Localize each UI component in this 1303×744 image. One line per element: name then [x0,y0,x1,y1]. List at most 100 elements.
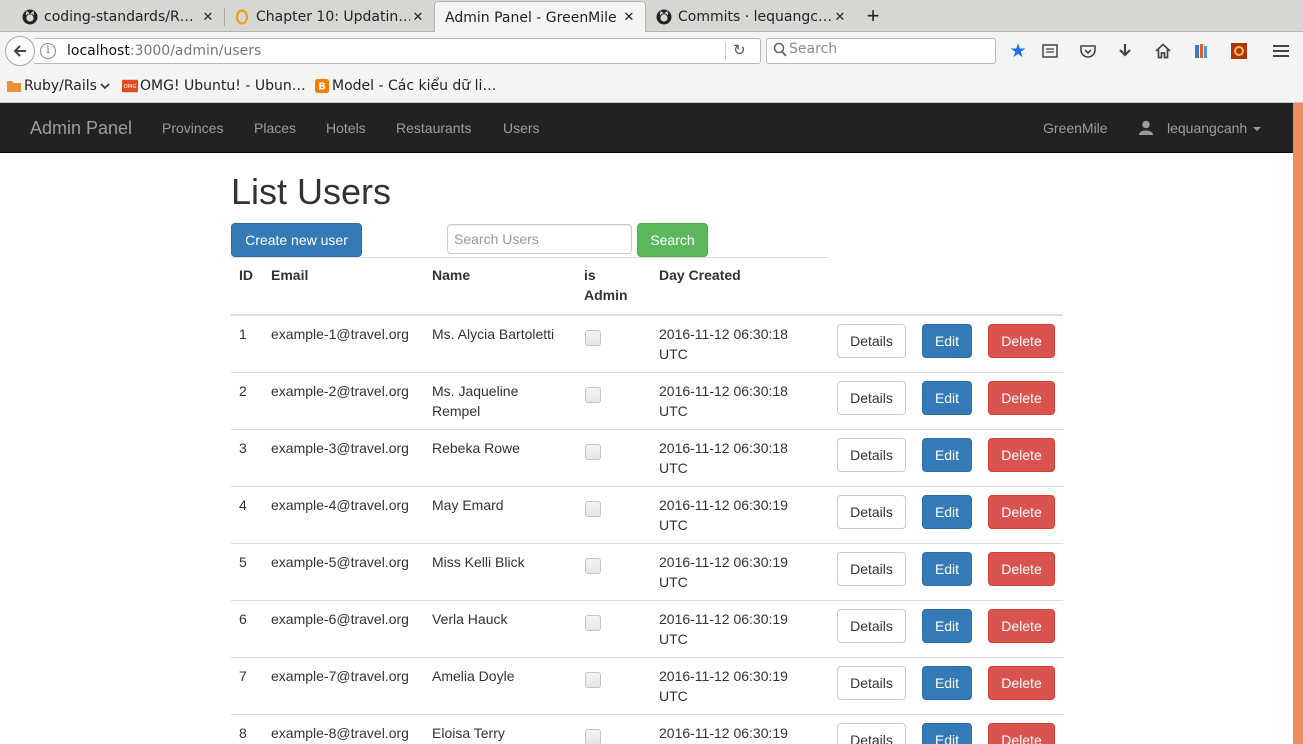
bookmarks-bar: Ruby/Rails OMG OMG! Ubuntu! - Ubun… B Mo… [0,69,1303,103]
is-admin-checkbox[interactable] [585,387,601,403]
close-tab-icon[interactable]: ✕ [410,10,426,25]
home-icon[interactable] [1153,41,1173,61]
delete-button[interactable]: Delete [988,495,1055,529]
details-button[interactable]: Details [837,609,906,643]
library-icon[interactable] [1191,41,1211,61]
cell-day-created: 2016-11-12 06:30:18 UTC [659,324,788,364]
close-tab-icon[interactable]: ✕ [200,10,216,25]
browser-tab-1[interactable]: coding-standards/R… ✕ [14,2,224,32]
bookmark-model[interactable]: B Model - Các kiểu dữ li… [314,78,496,94]
delete-button[interactable]: Delete [988,324,1055,358]
details-button[interactable]: Details [837,723,906,744]
delete-button[interactable]: Delete [988,666,1055,700]
scrollbar[interactable] [1293,103,1303,744]
browser-search-box[interactable] [766,38,996,64]
is-admin-checkbox[interactable] [585,615,601,631]
tab-title: Admin Panel - GreenMile [445,9,617,26]
delete-button[interactable]: Delete [988,723,1055,744]
table-row: 6 example-6@travel.org Verla Hauck 2016-11-… [231,601,1063,658]
menu-icon[interactable] [1271,41,1291,61]
cell-name: Miss Kelli Blick [432,552,582,572]
back-button[interactable] [5,36,35,66]
extension-icon[interactable] [1229,41,1249,61]
tab-separator [224,8,225,26]
browser-tab-2[interactable]: Chapter 10: Updatin… ✕ [226,2,434,32]
reading-list-icon[interactable] [1040,41,1060,61]
table-row: 8 example-8@travel.org Eloisa Terry 2016-11… [231,715,1063,744]
edit-button[interactable]: Edit [922,723,972,744]
nav-link-restaurants[interactable]: Restaurants [396,120,471,136]
edit-button[interactable]: Edit [922,666,972,700]
search-button[interactable]: Search [637,223,708,257]
bookmark-omg-ubuntu[interactable]: OMG OMG! Ubuntu! - Ubun… [122,78,306,94]
address-bar[interactable]: i localhost:3000/admin/users ↻ [34,38,761,64]
details-button[interactable]: Details [837,381,906,415]
nav-link-provinces[interactable]: Provinces [162,120,223,136]
details-button[interactable]: Details [837,552,906,586]
download-icon[interactable] [1115,41,1135,61]
cell-name-line1: Ms. Alycia Bartoletti [432,326,555,342]
bookmark-folder-ruby-rails[interactable]: Ruby/Rails [6,78,111,94]
details-button[interactable]: Details [837,324,906,358]
page-title: List Users [231,171,392,212]
cell-email: example-3@travel.org [271,440,409,456]
edit-button[interactable]: Edit [922,324,972,358]
header-name: Name [432,267,471,283]
cell-timezone: UTC [659,403,688,419]
details-button[interactable]: Details [837,438,906,472]
edit-button[interactable]: Edit [922,552,972,586]
back-arrow-icon [13,45,26,57]
cell-name-line2: Rempel [432,403,481,419]
tab-title: Commits · lequangc… [678,9,832,25]
browser-search-input[interactable] [789,41,989,57]
nav-link-hotels[interactable]: Hotels [326,120,366,136]
delete-button[interactable]: Delete [988,438,1055,472]
navbar-brand[interactable]: Admin Panel [30,118,132,139]
cell-email: example-2@travel.org [271,383,409,399]
details-button[interactable]: Details [837,666,906,700]
is-admin-checkbox[interactable] [585,444,601,460]
pocket-icon[interactable] [1078,41,1098,61]
nav-link-greenmile[interactable]: GreenMile [1043,120,1108,136]
details-button[interactable]: Details [837,495,906,529]
nav-link-places[interactable]: Places [254,120,296,136]
search-users-input[interactable] [447,224,632,254]
bookmark-star-icon[interactable]: ★ [1008,41,1028,62]
cell-name: Rebeka Rowe [432,438,582,458]
cell-date: 2016-11-12 06:30:19 [659,725,788,741]
is-admin-checkbox[interactable] [585,330,601,346]
cell-timezone: UTC [659,460,688,476]
new-tab-button[interactable]: + [862,4,884,28]
is-admin-checkbox[interactable] [585,672,601,688]
cell-name-line1: Miss Kelli Blick [432,554,525,570]
site-info-icon[interactable]: i [40,43,56,59]
user-dropdown[interactable]: lequangcanh [1167,120,1262,136]
edit-button[interactable]: Edit [922,381,972,415]
close-tab-icon[interactable]: ✕ [621,10,637,25]
delete-button[interactable]: Delete [988,381,1055,415]
tab-title: coding-standards/R… [44,9,194,25]
cell-name-line1: Ms. Jaqueline [432,383,519,399]
edit-button[interactable]: Edit [922,609,972,643]
is-admin-checkbox[interactable] [585,501,601,517]
browser-tab-active[interactable]: Admin Panel - GreenMile ✕ [434,1,646,33]
edit-button[interactable]: Edit [922,438,972,472]
table-row: 2 example-2@travel.org Ms. Jaqueline Rempel… [231,373,1063,430]
reload-icon[interactable]: ↻ [733,41,746,59]
is-admin-checkbox[interactable] [585,729,601,744]
edit-button[interactable]: Edit [922,495,972,529]
svg-text:B: B [318,82,325,93]
cell-name: Eloisa Terry [432,723,582,743]
close-tab-icon[interactable]: ✕ [832,10,848,25]
cell-name: Ms. Jaqueline Rempel [432,381,582,421]
header-day-created: Day Created [659,267,741,283]
delete-button[interactable]: Delete [988,552,1055,586]
browser-tab-4[interactable]: Commits · lequangc… ✕ [648,2,856,32]
is-admin-checkbox[interactable] [585,558,601,574]
create-user-button[interactable]: Create new user [231,223,362,257]
nav-link-users[interactable]: Users [503,120,540,136]
cell-timezone: UTC [659,517,688,533]
cell-date: 2016-11-12 06:30:18 [659,326,788,342]
delete-button[interactable]: Delete [988,609,1055,643]
browser-tab-strip: coding-standards/R… ✕ Chapter 10: Updati… [0,0,1303,33]
